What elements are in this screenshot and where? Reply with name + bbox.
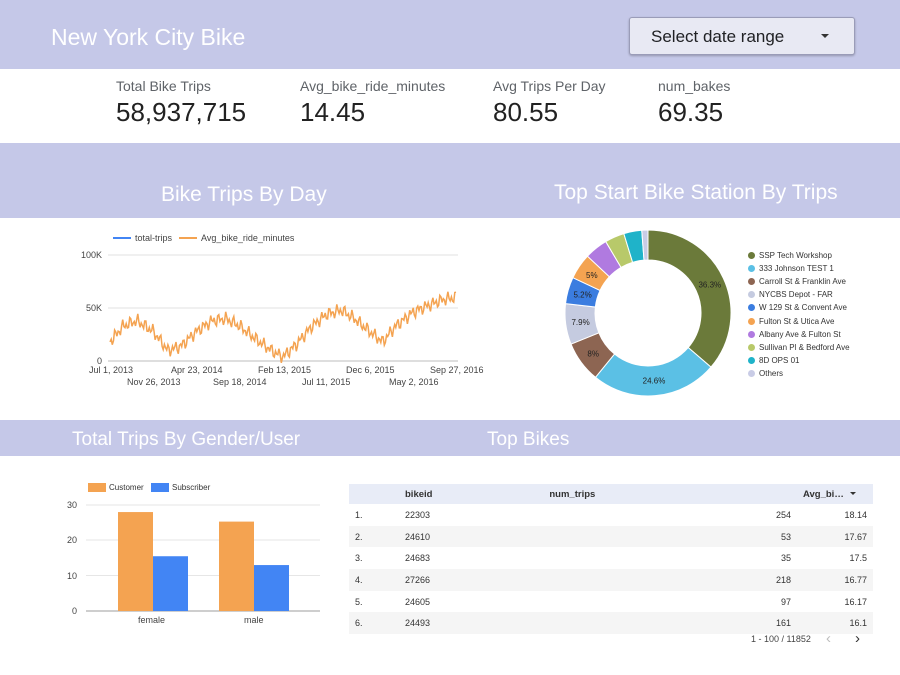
pagination-label: 1 - 100 / 11852: [751, 634, 811, 644]
cell-num-trips: 97: [780, 596, 791, 607]
table-row[interactable]: 1. 22303 254 18.14: [349, 504, 873, 526]
table-row[interactable]: 4. 27266 218 16.77: [349, 569, 873, 591]
cell-avg: 16.1: [791, 612, 873, 635]
row-number: 2.: [349, 525, 405, 548]
sort-caret-icon: [849, 492, 856, 496]
cell-bikeid: 27266: [405, 569, 550, 591]
cell-num-trips: 254: [775, 509, 791, 520]
cell-bikeid: 24610: [405, 525, 550, 548]
cell-avg: 16.17: [844, 596, 867, 607]
table-row[interactable]: 3. 24683 35 17.5: [349, 547, 873, 569]
column-header-bikeid[interactable]: bikeid: [405, 484, 550, 504]
cell-bikeid: 24683: [405, 553, 431, 564]
cell-num-trips: 53: [549, 525, 791, 548]
cell-avg: 18.14: [844, 509, 867, 520]
next-page-button[interactable]: ›: [855, 630, 860, 647]
cell-avg: 16.77: [791, 569, 873, 591]
row-number: 5.: [355, 596, 363, 607]
column-header-avg-label: Avg_bi…: [803, 488, 844, 500]
cell-bikeid: 22303: [405, 509, 431, 520]
cell-num-trips: 218: [549, 569, 791, 591]
cell-bikeid: 24493: [405, 612, 550, 635]
bar-customer-male[interactable]: [219, 521, 254, 611]
row-number: 3.: [355, 553, 363, 564]
row-number: 4.: [349, 569, 405, 591]
x-tick-label: male: [244, 615, 264, 625]
bar-subscriber-female[interactable]: [153, 556, 188, 611]
cell-avg: 17.5: [849, 553, 867, 564]
row-number-header: [349, 484, 405, 504]
cell-num-trips: 35: [780, 553, 791, 564]
prev-page-button[interactable]: ‹: [826, 630, 831, 647]
cell-bikeid: 24605: [405, 596, 431, 607]
cell-num-trips: 161: [549, 612, 791, 635]
x-tick-label: female: [138, 615, 166, 625]
cell-avg: 17.67: [791, 525, 873, 548]
column-header-avg[interactable]: Avg_bi…: [791, 484, 873, 504]
table-row[interactable]: 2. 24610 53 17.67: [349, 525, 873, 548]
row-number: 6.: [349, 612, 405, 635]
bar-subscriber-male[interactable]: [254, 565, 289, 611]
table-row[interactable]: 6. 24493 161 16.1: [349, 612, 873, 635]
top-bikes-table: bikeid num_trips Avg_bi… 1. 22303 254 18…: [349, 484, 873, 635]
table-header-row: bikeid num_trips Avg_bi…: [349, 484, 873, 504]
row-number: 1.: [355, 509, 363, 520]
table-row[interactable]: 5. 24605 97 16.17: [349, 591, 873, 613]
column-header-num-trips[interactable]: num_trips: [549, 484, 791, 504]
bar-customer-female[interactable]: [118, 512, 153, 611]
